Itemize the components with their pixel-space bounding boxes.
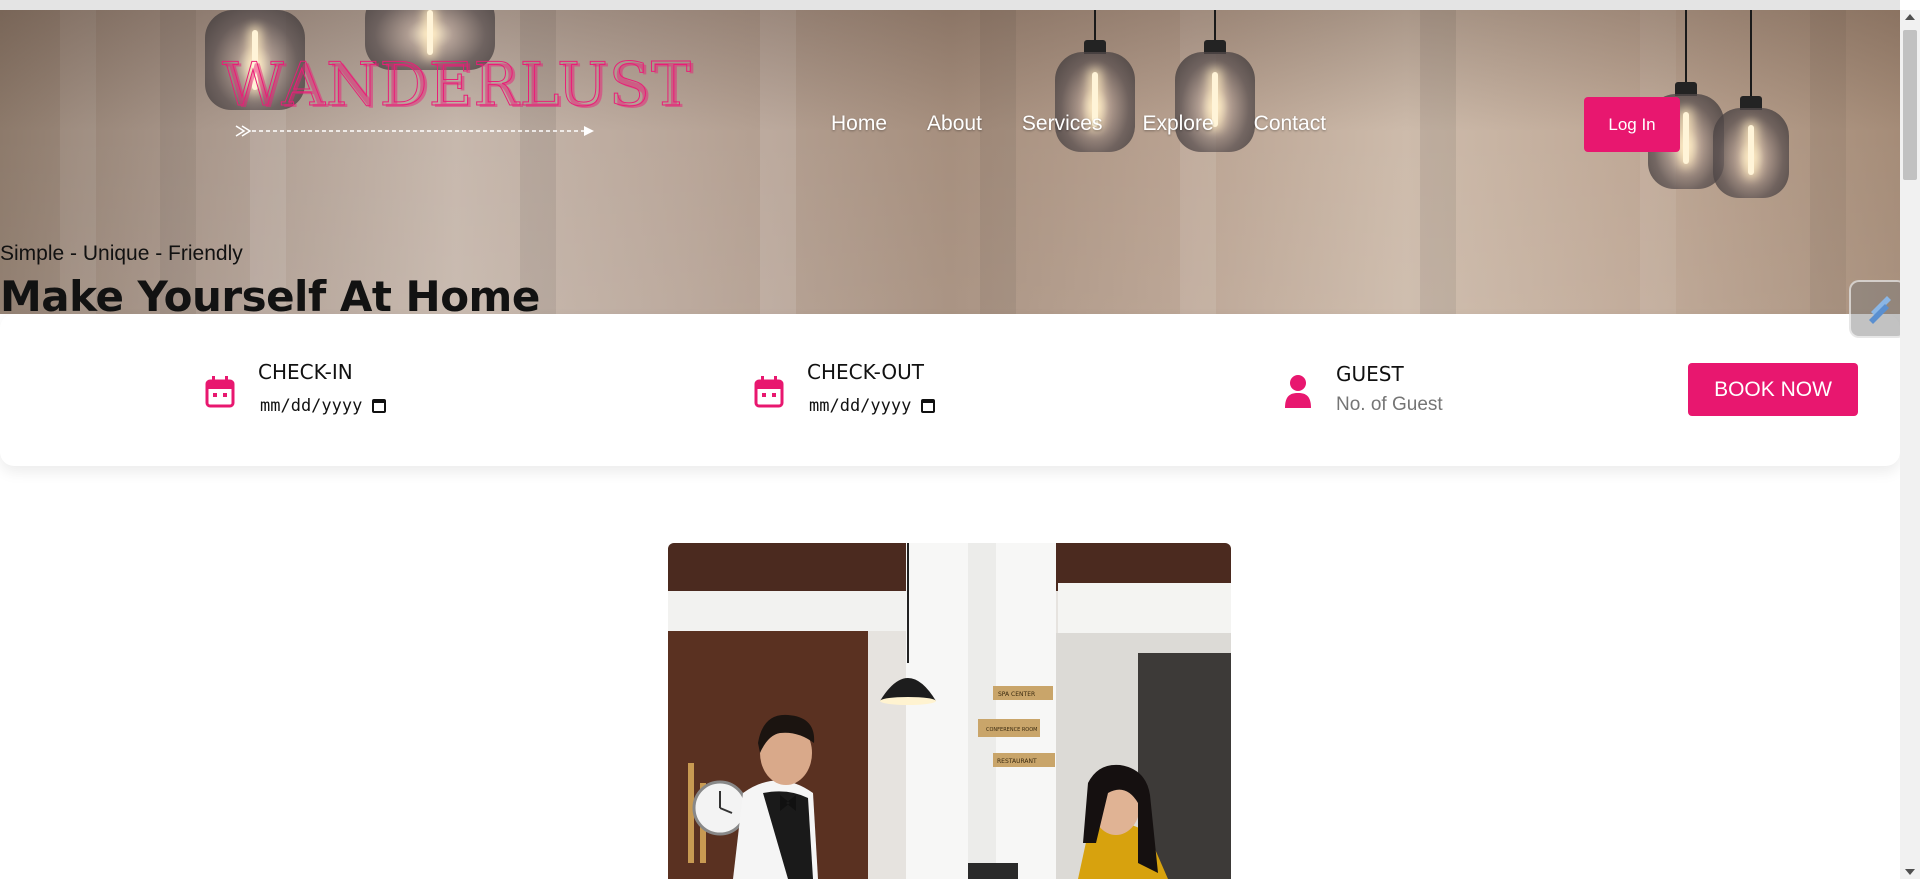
guest-label: GUEST: [1336, 362, 1404, 386]
floating-chat-widget[interactable]: [1849, 280, 1907, 338]
calendar-icon: [754, 376, 784, 408]
scroll-down-arrow-icon[interactable]: [1905, 869, 1915, 875]
guest-count-input[interactable]: [1336, 394, 1556, 416]
nav-about[interactable]: About: [927, 112, 982, 136]
nav-services[interactable]: Services: [1022, 112, 1103, 136]
scroll-up-arrow-icon[interactable]: [1905, 14, 1915, 20]
logo-arrow-icon: [235, 125, 594, 137]
booking-bar: CHECK-IN mm/dd/yyyy CHECK-OUT mm/dd/yyyy: [0, 314, 1900, 466]
page: WANDERLUST WANDERLUST Home About Service…: [0, 0, 1920, 879]
date-picker-icon[interactable]: [921, 399, 936, 413]
brand-logo[interactable]: WANDERLUST WANDERLUST: [222, 50, 694, 140]
nav-explore[interactable]: Explore: [1142, 112, 1213, 136]
nav-home[interactable]: Home: [831, 112, 887, 136]
pendant-lamp: [1713, 10, 1789, 200]
scroll-thumb[interactable]: [1903, 30, 1917, 180]
checkin-label: CHECK-IN: [258, 360, 353, 384]
page-scrollbar[interactable]: [1900, 10, 1920, 879]
person-icon: [1285, 375, 1311, 408]
checkout-label: CHECK-OUT: [807, 360, 924, 384]
sign-restaurant: RESTAURANT: [997, 758, 1037, 765]
reception-illustration: SPA CENTER CONFERENCE ROOM RESTAURANT: [668, 543, 1231, 879]
sign-spa: SPA CENTER: [998, 691, 1035, 698]
hotel-reception-photo: SPA CENTER CONFERENCE ROOM RESTAURANT: [668, 543, 1231, 879]
date-picker-icon[interactable]: [372, 399, 387, 413]
checkout-field: CHECK-OUT mm/dd/yyyy: [600, 314, 1200, 466]
checkin-date-value: mm/dd/yyyy: [260, 396, 363, 416]
checkin-field: CHECK-IN mm/dd/yyyy: [0, 314, 600, 466]
login-button[interactable]: Log In: [1584, 97, 1680, 152]
calendar-icon: [205, 376, 235, 408]
pendant-lamp: [1055, 10, 1135, 160]
book-now-button[interactable]: BOOK NOW: [1688, 363, 1858, 416]
hero-tagline: Simple - Unique - Friendly: [0, 242, 243, 265]
guest-field: GUEST: [1200, 314, 1660, 466]
sign-conference: CONFERENCE ROOM: [986, 727, 1037, 733]
logo-wordmark: WANDERLUST: [222, 50, 692, 121]
checkin-date-input[interactable]: mm/dd/yyyy: [260, 396, 387, 416]
checkout-date-input[interactable]: mm/dd/yyyy: [809, 396, 936, 416]
nav-contact[interactable]: Contact: [1254, 112, 1326, 136]
browser-top-strip: [0, 0, 1900, 10]
checkout-date-value: mm/dd/yyyy: [809, 396, 912, 416]
main-nav: Home About Services Explore Contact: [831, 112, 1326, 136]
pendant-lamp: [1175, 10, 1255, 160]
widget-logo-icon: [1869, 296, 1891, 324]
